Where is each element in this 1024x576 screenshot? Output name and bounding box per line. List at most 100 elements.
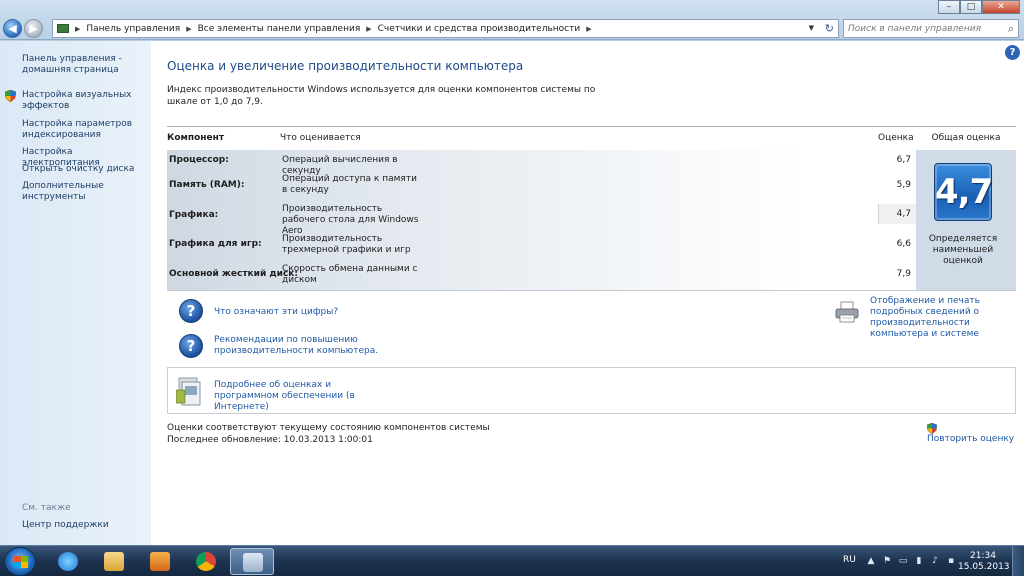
- row-component: Память (RAM):: [169, 180, 245, 190]
- chevron-right-icon[interactable]: ▶: [184, 25, 193, 33]
- close-button[interactable]: ✕: [982, 0, 1020, 14]
- chevron-up-icon[interactable]: ▲: [866, 556, 876, 566]
- taskbar-control-panel[interactable]: [230, 548, 274, 575]
- forward-button[interactable]: ▶: [24, 19, 43, 38]
- clock[interactable]: 21:34 15.05.2013: [958, 551, 1010, 573]
- power-icon[interactable]: ▪: [946, 556, 956, 566]
- taskbar-chrome[interactable]: [184, 548, 228, 575]
- chevron-right-icon[interactable]: ▶: [584, 25, 593, 33]
- base-score-panel: 4,7 Определяется наименьшей оценкой: [916, 150, 1016, 290]
- rerun-assessment[interactable]: Повторить оценку: [926, 422, 1024, 445]
- divider: [167, 290, 1016, 291]
- row-score: 5,9: [896, 180, 911, 190]
- explorer-folder-icon: [104, 552, 124, 571]
- sidebar: Панель управления - домашняя страница На…: [0, 41, 151, 545]
- start-button[interactable]: [4, 547, 36, 576]
- tips-link[interactable]: Рекомендации по повышению производительн…: [214, 335, 384, 357]
- breadcrumb-all-items[interactable]: Все элементы панели управления: [194, 24, 365, 34]
- help-icon[interactable]: ?: [1005, 45, 1020, 60]
- question-icon: ?: [179, 299, 203, 323]
- row-rated: Производительность рабочего стола для Wi…: [282, 204, 419, 236]
- shield-icon: [5, 90, 16, 102]
- row-component: Графика:: [169, 210, 219, 220]
- show-desktop-button[interactable]: [1012, 546, 1024, 576]
- control-panel-icon: [243, 553, 263, 572]
- sidebar-item-visual-effects[interactable]: Настройка визуальных эффектов: [22, 90, 147, 112]
- search-icon[interactable]: ⌕: [1008, 22, 1014, 36]
- row-rated: Скорость обмена данными с диском: [282, 264, 418, 285]
- flag-icon[interactable]: ⚑: [882, 556, 892, 566]
- printer-icon: [835, 301, 859, 323]
- row-score: 6,6: [896, 239, 911, 249]
- see-also-title: См. также: [22, 503, 71, 513]
- sidebar-home-link[interactable]: Панель управления - домашняя страница: [22, 54, 147, 76]
- chevron-down-icon[interactable]: ▼: [809, 20, 814, 37]
- row-component: Графика для игр:: [169, 239, 262, 249]
- row-rated: Операций доступа к памяти в секунду: [282, 174, 417, 195]
- sidebar-item-disk-cleanup[interactable]: Открыть очистку диска: [22, 164, 147, 175]
- header-base-score: Общая оценка: [931, 133, 1001, 143]
- row-score: 6,7: [896, 155, 911, 165]
- network-icon[interactable]: ▮: [914, 556, 924, 566]
- chrome-icon: [196, 552, 216, 571]
- row-component: Основной жесткий диск:: [169, 269, 299, 279]
- header-component: Компонент: [167, 133, 225, 143]
- shield-icon: [926, 422, 938, 435]
- clock-date: 15.05.2013: [958, 562, 1010, 572]
- rerun-assessment-link[interactable]: Повторить оценку: [927, 434, 1014, 445]
- base-score-badge: 4,7: [934, 163, 993, 221]
- system-tray: RU ▲ ⚑ ▭ ▮ ♪ ▪ 21:34 15.05.2013: [834, 546, 1024, 576]
- base-score-note: Определяется наименьшей оценкой: [928, 234, 998, 266]
- minimize-button[interactable]: –: [938, 0, 960, 14]
- header-score: Оценка: [878, 133, 914, 143]
- status-last-update: Последнее обновление: 10.03.2013 1:00:01: [167, 435, 373, 445]
- header-rated: Что оценивается: [280, 133, 361, 143]
- arrow-right-icon: ▶: [29, 22, 38, 35]
- base-score-value: 4,7: [935, 172, 993, 212]
- question-icon: ?: [179, 334, 203, 358]
- taskbar: RU ▲ ⚑ ▭ ▮ ♪ ▪ 21:34 15.05.2013: [0, 545, 1024, 576]
- window-controls: – □ ✕: [938, 0, 1020, 14]
- row-rated: Производительность трехмерной графики и …: [282, 234, 411, 255]
- windows-logo-icon: [14, 556, 28, 568]
- internet-explorer-icon: [58, 552, 78, 571]
- score-table: Компонент Что оценивается Оценка Общая о…: [167, 126, 1016, 291]
- arrow-left-icon: ◀: [8, 22, 17, 35]
- search-input[interactable]: [848, 20, 998, 37]
- refresh-icon[interactable]: ↻: [825, 20, 834, 37]
- sidebar-item-indexing[interactable]: Настройка параметров индексирования: [22, 119, 147, 141]
- page-description: Индекс производительности Windows исполь…: [167, 85, 596, 107]
- row-component: Процессор:: [169, 155, 229, 165]
- taskbar-internet-explorer[interactable]: [46, 548, 90, 575]
- clock-time: 21:34: [970, 551, 996, 561]
- chevron-right-icon[interactable]: ▶: [73, 25, 82, 33]
- what-numbers-link[interactable]: Что означают эти цифры?: [214, 307, 338, 318]
- language-indicator[interactable]: RU: [843, 555, 856, 565]
- title-bar: – □ ✕ ◀ ▶ ▶ Панель управления ▶ Все элем…: [0, 0, 1024, 40]
- view-print-details-link[interactable]: Отображение и печать подробных сведений …: [870, 296, 1018, 340]
- breadcrumb-control-panel[interactable]: Панель управления: [82, 24, 184, 34]
- divider: [167, 126, 1016, 127]
- address-bar[interactable]: ▶ Панель управления ▶ Все элементы панел…: [52, 19, 839, 38]
- search-box[interactable]: ⌕: [843, 19, 1019, 38]
- taskbar-explorer[interactable]: [92, 548, 136, 575]
- display-icon[interactable]: ▭: [898, 556, 908, 566]
- breadcrumb-performance[interactable]: Счетчики и средства производительности: [374, 24, 585, 34]
- volume-icon[interactable]: ♪: [930, 556, 940, 566]
- taskbar-media-player[interactable]: [138, 548, 182, 575]
- maximize-button[interactable]: □: [960, 0, 982, 14]
- learn-more-link[interactable]: Подробнее об оценках и программном обесп…: [214, 380, 394, 413]
- control-panel-icon: [57, 24, 69, 33]
- sidebar-item-advanced-tools[interactable]: Дополнительные инструменты: [22, 181, 147, 203]
- chevron-right-icon[interactable]: ▶: [364, 25, 373, 33]
- back-button[interactable]: ◀: [3, 19, 22, 38]
- info-box: Подробнее об оценках и программном обесп…: [167, 367, 1016, 414]
- row-score-lowest: 4,7: [878, 204, 916, 224]
- main-content: ? Оценка и увеличение производительности…: [151, 41, 1024, 545]
- software-info-icon: [176, 377, 201, 406]
- sidebar-item-action-center[interactable]: Центр поддержки: [22, 520, 147, 531]
- media-player-icon: [150, 552, 170, 571]
- status-current: Оценки соответствуют текущему состоянию …: [167, 423, 490, 433]
- row-score: 7,9: [896, 269, 911, 279]
- page-title: Оценка и увеличение производительности к…: [167, 59, 524, 73]
